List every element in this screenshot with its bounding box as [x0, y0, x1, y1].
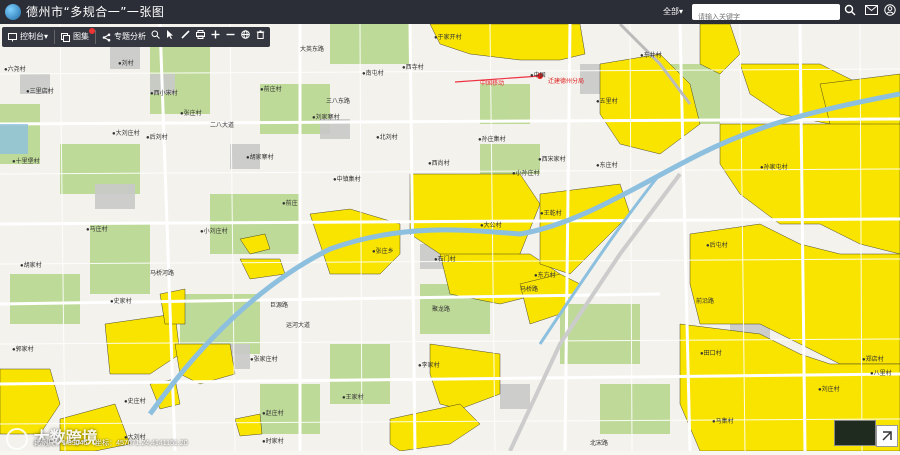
village-label: ●八里村 [870, 371, 892, 377]
village-label: ●马集村 [712, 419, 734, 425]
globe-logo-icon [5, 4, 21, 20]
village-label: ●郭家村 [12, 347, 34, 353]
village-label: ●后刘村 [146, 135, 168, 141]
expand-overview-icon[interactable] [876, 425, 898, 447]
village-label: ●李家村 [418, 363, 440, 369]
village-label: ●大公村 [480, 223, 502, 229]
user-icon[interactable] [882, 4, 898, 20]
search-field[interactable] [692, 4, 840, 26]
app-title: 德州市“多规合一”一张图 [26, 5, 165, 19]
notification-badge [89, 28, 96, 34]
road-label: 聚龙路 [432, 307, 451, 313]
village-label: ●东方村 [534, 273, 556, 279]
village-label: ●西宋家村 [538, 157, 566, 163]
mail-icon[interactable] [863, 4, 879, 20]
overview-minimap[interactable] [834, 420, 876, 446]
road-label: 前沿路 [696, 299, 715, 305]
village-label: ●大刘庄村 [112, 131, 140, 137]
layers-icon [61, 32, 71, 42]
app-header: 德州市“多规合一”一张图 全部▾ [0, 0, 900, 26]
village-label: ●胡家村 [20, 263, 42, 269]
globe-icon[interactable] [239, 28, 252, 46]
zoom-in-icon[interactable] [209, 28, 222, 46]
village-label: ●北刘村 [376, 135, 398, 141]
village-label: ●张家庄村 [250, 357, 278, 363]
village-label: ●于家开村 [434, 35, 462, 41]
search-input[interactable] [696, 9, 840, 26]
village-label: ●刘庄村 [818, 387, 840, 393]
village-label: ●史家村 [110, 299, 132, 305]
measure-icon[interactable] [179, 28, 192, 46]
search-scope-select[interactable]: 全部▾ [663, 6, 683, 17]
village-label: ●前庄村 [260, 87, 282, 93]
search-icon[interactable] [842, 4, 858, 20]
main-toolbar: 控制台▾ 图集 专题分析 [2, 27, 153, 47]
village-label: ●张庄村 [180, 111, 202, 117]
map-tools [146, 27, 270, 47]
village-label: ●小刘庄村 [200, 229, 228, 235]
console-button[interactable]: 控制台▾ [2, 27, 54, 47]
watermark-logo-icon [6, 427, 28, 450]
village-label: ●东井村 [640, 53, 662, 59]
road-label: 三八东路 [326, 99, 351, 105]
village-label: ●王家村 [342, 395, 364, 401]
scale-readout: 比例尺：1:39046 [34, 440, 88, 447]
village-label: ●三里店村 [26, 89, 54, 95]
village-label: ●前庄 [282, 201, 298, 207]
console-label: 控制台▾ [20, 32, 49, 41]
village-label: ●张庄乡 [372, 249, 394, 255]
village-label: ●东庄村 [596, 163, 618, 169]
village-label: ●南屯村 [362, 71, 384, 77]
village-label: ●刘家寨村 [312, 115, 340, 121]
village-label: ●孙家屯村 [760, 165, 788, 171]
village-label: ●小孙庄村 [512, 171, 540, 177]
village-label: ●史庄村 [124, 399, 146, 405]
village-label: ●后屯村 [706, 243, 728, 249]
village-label: ●王乾村 [540, 211, 562, 217]
village-label: ●石门村 [434, 257, 456, 263]
delete-icon[interactable] [254, 28, 267, 46]
village-label: ●西小宋村 [150, 91, 178, 97]
village-label: ●刘村 [118, 61, 134, 67]
village-label: ●郑店村 [862, 357, 884, 363]
map-canvas[interactable]: ●于家开村 ●东井村 ●六尧村 ●刘村 ●三里店村 ●西寺村 ●西小宋村 ●前庄… [0, 22, 900, 452]
road-label: 马桥河路 [150, 271, 175, 277]
village-label: ●五里村 [596, 99, 618, 105]
village-label: ●西尚村 [428, 161, 450, 167]
search-icon[interactable] [149, 28, 162, 46]
atlas-button[interactable]: 图集 [55, 27, 96, 47]
topic-analysis-button[interactable]: 专题分析 [96, 27, 152, 47]
road-label: 巨源路 [270, 303, 289, 309]
atlas-label: 图集 [73, 32, 90, 41]
village-label: ●中镇集村 [333, 177, 361, 183]
topic-analysis-label: 专题分析 [114, 32, 147, 41]
status-bar: 比例尺：1:39046 坐标：457071.24,4141151.20 [34, 438, 188, 448]
village-label: ●马庄村 [86, 227, 108, 233]
coordinate-readout: 坐标：457071.24,4141151.20 [95, 440, 188, 447]
road-label: 马桥路 [520, 287, 539, 293]
road-label: 大英东路 [300, 47, 325, 53]
village-label: ●孙庄集村 [478, 137, 506, 143]
village-label: ●六尧村 [4, 67, 26, 73]
zoom-out-icon[interactable] [224, 28, 237, 46]
village-label: ●赵庄村 [262, 411, 284, 417]
poi-label[interactable]: 中国移动 [480, 78, 504, 87]
road-label: 二八大道 [210, 123, 235, 129]
desktop-icon [8, 32, 17, 41]
village-label: ●西寺村 [402, 65, 424, 71]
village-label: ●胡家寨村 [246, 155, 274, 161]
village-label: ●田口村 [700, 351, 722, 357]
village-label: ●中国 [530, 73, 546, 79]
poi-label[interactable]: 迁建德州分局 [548, 76, 584, 85]
share-icon [102, 33, 111, 41]
village-label: ●十里堡村 [12, 159, 40, 165]
road-label: 运河大道 [286, 323, 311, 329]
select-pointer-icon[interactable] [164, 28, 177, 46]
road-label: 北宋路 [590, 441, 609, 447]
print-icon[interactable] [194, 28, 207, 46]
village-label: ●时家村 [262, 439, 284, 445]
